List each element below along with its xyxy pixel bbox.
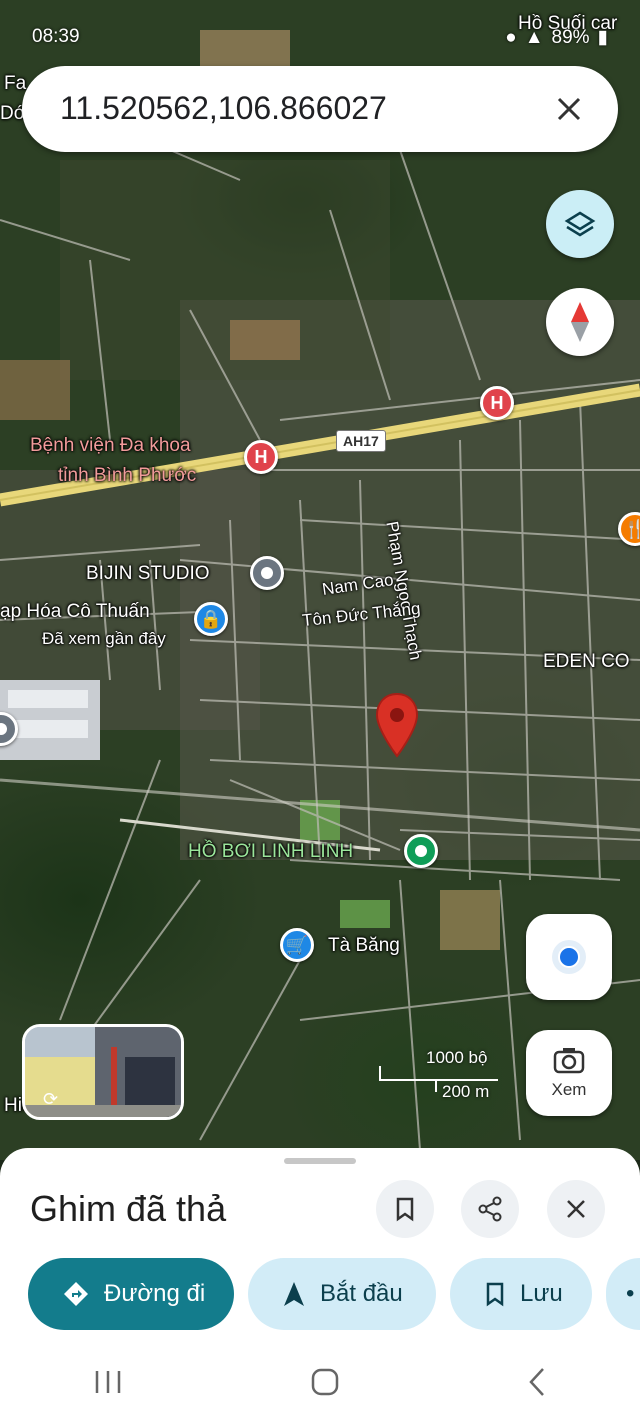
system-nav-bar [0,1342,640,1422]
search-bar[interactable]: 11.520562,106.866027 [22,66,618,152]
share-icon [478,1196,502,1222]
navigation-arrow-icon [284,1282,304,1306]
close-icon [557,97,581,121]
highway-shield: AH17 [336,430,386,452]
map-label-ho-boi[interactable]: HỒ BƠI LINH LINH [188,841,353,863]
street-view-button[interactable]: Xem [526,1030,612,1116]
battery-level: 89% [551,26,590,48]
map-label-fa: Fa [4,73,27,94]
start-navigation-button[interactable]: Bắt đầu [248,1258,436,1330]
shopping-bag-icon: 🔒 [199,608,223,629]
save-button[interactable]: Lưu [450,1258,592,1330]
battery-icon: ▮ [597,27,608,48]
compass-button[interactable] [546,288,614,356]
swimming-pool-marker[interactable] [404,834,438,868]
directions-icon [64,1282,88,1306]
signal-icon: ▲ [524,26,544,48]
clear-search-button[interactable] [544,84,594,134]
map-label-recently-viewed: Đã xem gần đây [42,629,166,648]
hospital-icon: H [490,392,504,413]
bijin-studio-marker[interactable] [250,556,284,590]
layers-icon [564,211,596,237]
status-icons: ● ▲ 89% ▮ [505,26,608,49]
start-label: Bắt đầu [320,1280,403,1307]
bookmark-icon [486,1282,504,1307]
close-sheet-button[interactable] [547,1180,605,1238]
map-label-hospital-2[interactable]: tỉnh Bình Phước [58,465,196,487]
share-pill-button[interactable]: • [606,1258,640,1330]
close-icon [567,1200,585,1218]
directions-button[interactable]: Đường đi [28,1258,234,1330]
place-icon [0,723,7,735]
search-query[interactable]: 11.520562,106.866027 [60,90,387,127]
hospital-marker-2[interactable]: H [480,386,514,420]
layers-button[interactable] [546,190,614,258]
fork-knife-icon: 🍴 [623,518,640,539]
bookmark-button[interactable] [376,1180,434,1238]
hospital-icon: H [254,446,268,467]
sheet-title: Ghim đã thả [30,1188,227,1229]
share-button[interactable] [461,1180,519,1238]
scale-feet: 1000 bộ [426,1048,488,1067]
place-icon [261,567,273,579]
map-label-eden[interactable]: EDEN CO [543,651,630,673]
back-button[interactable] [527,1367,547,1397]
bookmark-icon [396,1197,414,1222]
camera-icon [553,1048,585,1074]
map-label-ta-bang[interactable]: Tà Băng [328,935,400,957]
rotate-360-icon: ⟳ [43,1089,59,1109]
save-label: Lưu [520,1280,563,1307]
hospital-marker[interactable]: H [244,440,278,474]
map-label-bijin-studio[interactable]: BIJIN STUDIO [86,563,210,585]
my-location-icon [552,940,586,974]
compass-icon [571,302,589,342]
status-bar: 08:39 ● ▲ 89% ▮ [0,0,640,70]
map-scale: 1000 bộ 200 m [378,1048,500,1101]
shopping-cart-marker[interactable]: 🛒 [280,928,314,962]
street-view-label: Xem [551,1080,587,1099]
map-label-hospital[interactable]: Bệnh viện Đa khoa [30,435,191,457]
directions-label: Đường đi [104,1280,206,1307]
street-view-thumbnail[interactable]: ⟳ [22,1024,184,1120]
share-icon: • [626,1280,635,1307]
my-location-button[interactable] [526,914,612,1000]
shopping-cart-icon: 🛒 [285,934,309,955]
recent-apps-button[interactable] [93,1369,123,1395]
status-time: 08:39 [32,26,80,47]
map-label-tap-hoa[interactable]: ạp Hóa Cô Thuấn [0,601,150,623]
scale-meters: 200 m [442,1082,490,1101]
home-button[interactable] [310,1367,340,1397]
dropped-pin-icon[interactable] [374,692,420,760]
drag-handle[interactable] [284,1158,356,1164]
location-icon: ● [505,26,517,48]
place-icon [415,845,427,857]
shop-marker[interactable]: 🔒 [194,602,228,636]
